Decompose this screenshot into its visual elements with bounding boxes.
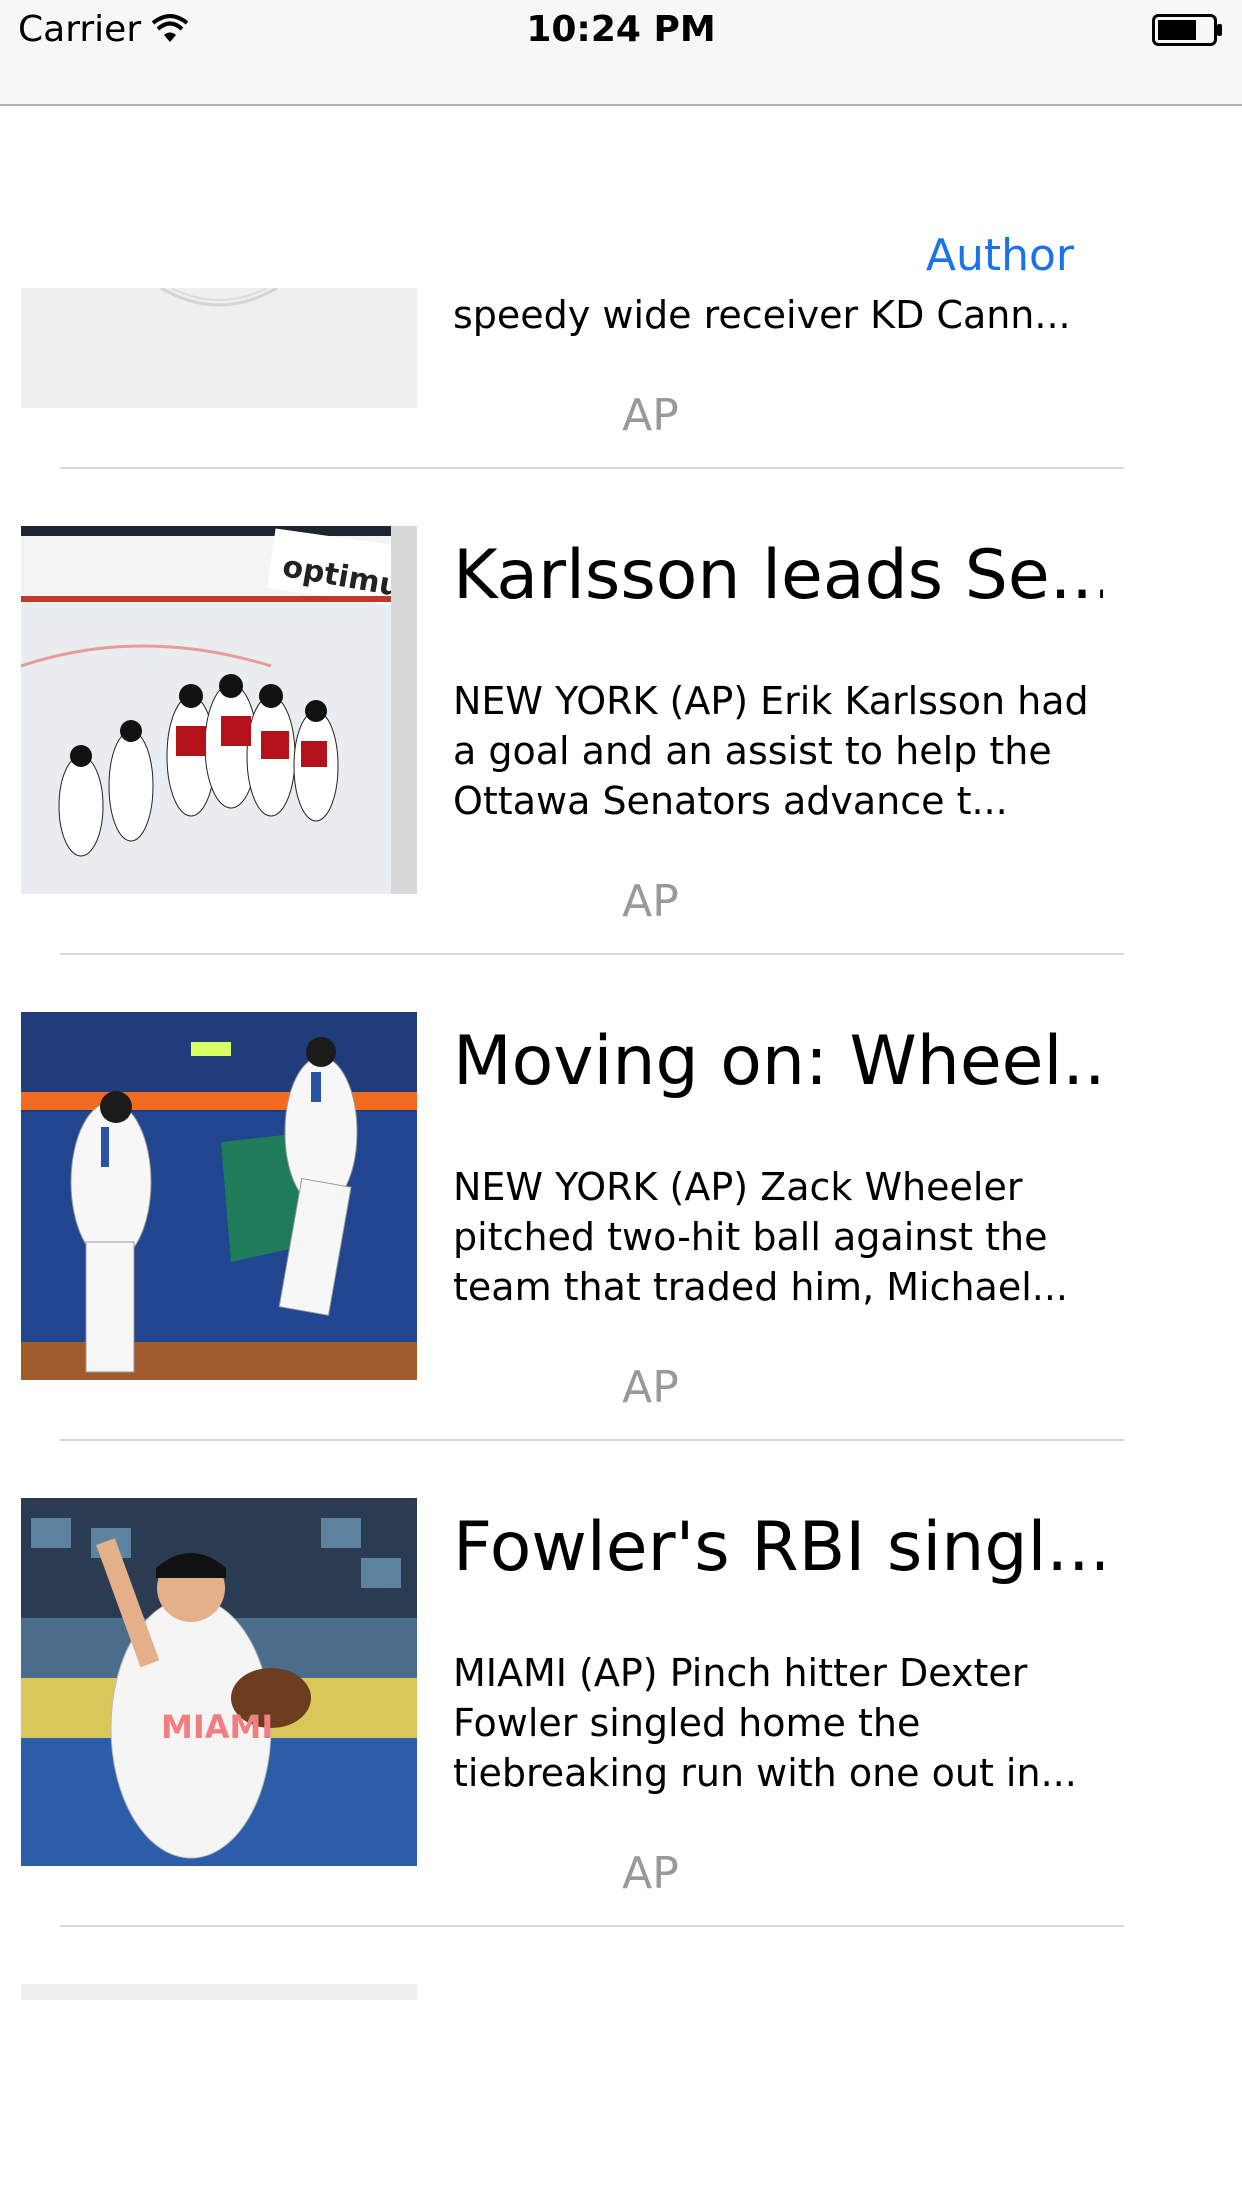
article-headline: Fowler's RBI singl... [453, 1508, 1103, 1587]
row-separator [60, 1925, 1124, 1927]
article-thumbnail-placeholder [21, 1984, 417, 2000]
article-headline: Moving on: Wheel... [453, 1022, 1103, 1101]
author-label[interactable]: Author [926, 228, 1074, 284]
article-summary: MIAMI (AP) Pinch hitter Dexter Fowler si… [453, 1651, 1077, 1795]
article-summary: NEW YORK (AP) Zack Wheeler pitched two-h… [453, 1165, 1069, 1309]
pitcher-photo: MIAMI [21, 1498, 417, 1866]
article-source: AP [622, 1848, 679, 1899]
row-separator [60, 953, 1124, 955]
hockey-photo: optimum. [21, 526, 417, 894]
article-headline: Karlsson leads Se... [453, 536, 1103, 615]
article-source: AP [622, 1362, 679, 1413]
svg-text:MIAMI: MIAMI [161, 1708, 273, 1746]
baseball-photo [21, 1012, 417, 1380]
news-feed-screen: Carrier 10:24 PM speedy wide receiver KD… [0, 0, 1242, 2208]
article-summary: NEW YORK (AP) Erik Karlsson had a goal a… [453, 679, 1089, 823]
article-list[interactable]: speedy wide receiver KD Cann... AP optim… [0, 0, 1242, 2208]
row-separator [60, 1439, 1124, 1441]
article-source: AP [622, 876, 679, 927]
